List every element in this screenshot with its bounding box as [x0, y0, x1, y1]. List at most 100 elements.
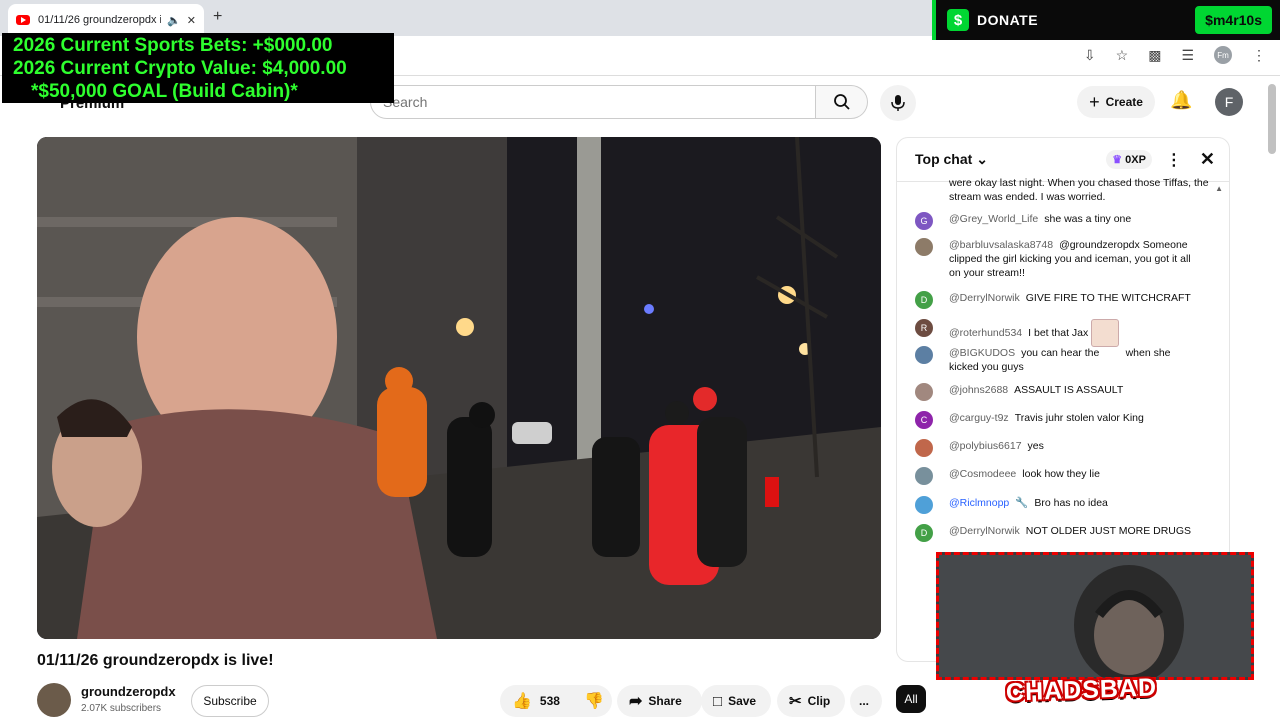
- save-button[interactable]: □ Save: [701, 685, 771, 717]
- chat-author[interactable]: @DerrylNorwik: [949, 292, 1020, 304]
- share-button[interactable]: ➦ Share: [617, 685, 702, 717]
- chat-text: look how they lie: [1022, 468, 1100, 480]
- thumbs-down-icon[interactable]: 👎: [584, 691, 604, 711]
- close-chat-icon[interactable]: ✕: [1200, 149, 1215, 170]
- donate-label: DONATE: [977, 12, 1039, 28]
- account-avatar[interactable]: F: [1215, 88, 1243, 116]
- scroll-up-arrow-icon[interactable]: ▲: [1215, 184, 1223, 193]
- clip-button[interactable]: ✂ Clip: [777, 685, 845, 717]
- chat-text: ASSAULT IS ASSAULT: [1014, 384, 1124, 396]
- thumbs-up-icon: 👍: [512, 693, 532, 710]
- search-box[interactable]: [370, 85, 816, 119]
- share-arrow-icon: ➦: [629, 693, 643, 710]
- subscriber-count: 2.07K subscribers: [81, 703, 162, 714]
- chat-avatar: [915, 439, 933, 457]
- chat-text: Bro has no idea: [1034, 497, 1108, 509]
- cash-app-icon: $: [947, 9, 969, 31]
- xp-badge[interactable]: ♛ 0XP: [1106, 150, 1152, 169]
- chat-menu-icon[interactable]: ⋮: [1166, 150, 1182, 170]
- chat-mode-selector[interactable]: Top chat ⌄: [915, 151, 988, 168]
- chat-avatar: [915, 496, 933, 514]
- subscribe-button[interactable]: Subscribe: [191, 685, 269, 717]
- bookmark-icon: □: [713, 692, 723, 710]
- notifications-bell-icon[interactable]: 🔔: [1170, 90, 1192, 111]
- create-label: Create: [1105, 95, 1143, 109]
- webcam-name-label: CHADSBAD: [1005, 673, 1158, 707]
- chat-author[interactable]: @DerrylNorwik: [949, 525, 1020, 537]
- chevron-down-icon: ⌄: [976, 151, 988, 167]
- donate-banner: $ DONATE $m4r10s: [932, 0, 1280, 40]
- channel-avatar[interactable]: [37, 683, 71, 717]
- clip-label: Clip: [807, 694, 831, 708]
- chat-text: she was a tiny one: [1044, 213, 1132, 225]
- chat-avatar: [915, 383, 933, 401]
- chat-author[interactable]: @carguy-t9z: [949, 412, 1009, 424]
- save-label: Save: [728, 694, 757, 708]
- browser-tab[interactable]: 01/11/26 groundzeropdx is 🔈 ✕: [8, 4, 204, 36]
- create-button[interactable]: + Create: [1077, 86, 1155, 118]
- chat-message: D @DerrylNorwik NOT OLDER JUST MORE DRUGS: [915, 524, 1200, 542]
- new-tab-button[interactable]: +: [213, 8, 222, 26]
- voice-search-button[interactable]: [880, 85, 916, 121]
- cast-icon[interactable]: ▩: [1148, 47, 1161, 64]
- wrench-icon: 🔧: [1015, 497, 1029, 509]
- speaker-icon[interactable]: 🔈: [167, 14, 181, 27]
- chat-author-moderator[interactable]: @Riclmnopp: [949, 497, 1009, 509]
- chat-author[interactable]: @Cosmodeee: [949, 468, 1016, 480]
- custom-emoji-icon: [1091, 319, 1120, 347]
- chat-author[interactable]: @polybius6617: [949, 440, 1022, 452]
- chat-message: @barbluvsalaska8748 @groundzeropdx Someon…: [915, 238, 1200, 280]
- video-frame: [37, 137, 881, 639]
- chat-author[interactable]: @Grey_World_Life: [949, 213, 1038, 225]
- chat-avatar: C: [915, 411, 933, 429]
- chat-avatar: D: [915, 524, 933, 542]
- chat-avatar: [915, 467, 933, 485]
- like-button[interactable]: 👍 538: [512, 691, 560, 711]
- chat-author[interactable]: @BIGKUDOS: [949, 347, 1015, 359]
- like-count: 538: [539, 694, 560, 708]
- chat-author[interactable]: @johns2688: [949, 384, 1008, 396]
- chat-text: yes: [1027, 440, 1044, 452]
- search-input[interactable]: [383, 94, 815, 110]
- microphone-icon: [891, 95, 905, 111]
- chat-text: Travis juhr stolen valor King: [1014, 412, 1144, 424]
- chat-message: G @Grey_World_Life she was a tiny one: [915, 212, 1200, 230]
- webcam-overlay: [936, 552, 1254, 680]
- chat-message-partial: were okay last night. When you chased th…: [949, 177, 1209, 203]
- chat-message: @BIGKUDOS you can hear the when she kicke…: [915, 346, 1200, 374]
- chat-message: @polybius6617 yes: [915, 439, 1200, 457]
- chat-avatar: [915, 238, 933, 256]
- bookmark-star-icon[interactable]: ☆: [1116, 47, 1129, 64]
- browser-menu-icon[interactable]: ⋮: [1252, 47, 1266, 64]
- chat-message: @johns2688 ASSAULT IS ASSAULT: [915, 383, 1200, 401]
- chat-avatar: R: [915, 319, 933, 337]
- page-scrollbar[interactable]: [1268, 84, 1276, 154]
- filter-chip-all[interactable]: All: [896, 685, 926, 713]
- tab-title: 01/11/26 groundzeropdx is: [38, 14, 162, 26]
- crown-icon: ♛: [1112, 154, 1123, 166]
- channel-name[interactable]: groundzeropdx: [81, 684, 176, 699]
- chat-message: C @carguy-t9z Travis juhr stolen valor Ki…: [915, 411, 1200, 429]
- search-button[interactable]: [816, 85, 868, 119]
- chat-text: GIVE FIRE TO THE WITCHCRAFT: [1025, 292, 1191, 304]
- install-icon[interactable]: ⇩: [1084, 47, 1096, 64]
- close-tab-icon[interactable]: ✕: [187, 14, 196, 27]
- chat-author[interactable]: @barbluvsalaska8748: [949, 239, 1053, 251]
- more-actions-button[interactable]: ...: [850, 685, 882, 717]
- chat-message: R @roterhund534 I bet that Jax: [915, 319, 1200, 347]
- share-label: Share: [648, 694, 682, 708]
- chat-author[interactable]: @roterhund534: [949, 327, 1022, 339]
- sports-bets-line: 2026 Current Sports Bets: +$000.00: [13, 35, 333, 56]
- search-icon: [833, 94, 850, 110]
- chat-message: @Cosmodeee look how they lie: [915, 467, 1200, 485]
- chat-avatar: D: [915, 291, 933, 309]
- chat-message: D @DerrylNorwik GIVE FIRE TO THE WITCHCRA…: [915, 291, 1200, 309]
- profile-icon[interactable]: Fm: [1214, 46, 1232, 64]
- video-player[interactable]: [37, 137, 881, 639]
- chat-avatar: G: [915, 212, 933, 230]
- chat-text: I bet that Jax: [1028, 326, 1089, 339]
- crypto-value-line: 2026 Current Crypto Value: $4,000.00: [13, 58, 347, 79]
- media-control-icon[interactable]: ☰: [1181, 47, 1194, 64]
- stream-stats-overlay: 2026 Current Sports Bets: +$000.00 2026 …: [2, 33, 394, 103]
- like-dislike-group: 👍 538 👎: [500, 685, 612, 717]
